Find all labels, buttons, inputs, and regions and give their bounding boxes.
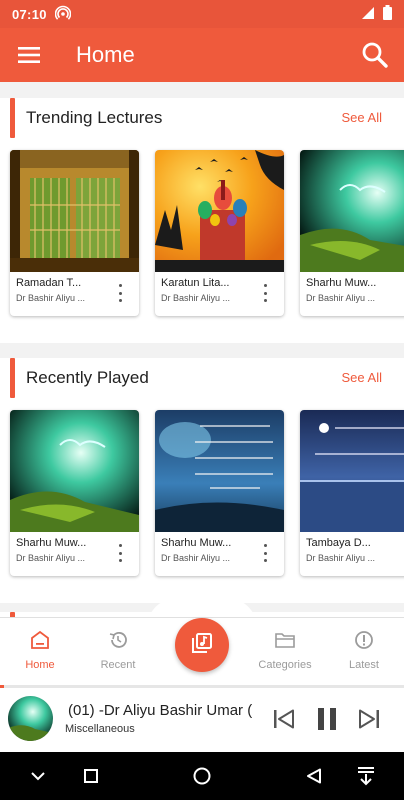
lecture-card[interactable]: Karatun Lita... Dr Bashir Aliyu ... [155, 150, 284, 316]
battery-icon [383, 5, 392, 23]
more-vert-icon[interactable] [258, 284, 272, 302]
nav-label: Latest [349, 659, 379, 671]
section-header: Trending Lectures See All [0, 98, 404, 138]
more-vert-icon[interactable] [258, 544, 272, 562]
card-subtitle: Dr Bashir Aliyu ... [161, 293, 231, 303]
card-title: Karatun Lita... [161, 277, 230, 289]
home-icon [0, 630, 80, 653]
lecture-thumbnail [155, 410, 284, 532]
track-title: (01) -Dr Aliyu Bashir Umar (H [68, 702, 252, 719]
history-icon [78, 630, 158, 653]
card-title: Sharhu Muw... [306, 277, 377, 289]
hotspot-icon [54, 5, 72, 24]
more-vert-icon[interactable] [113, 284, 127, 302]
lecture-card[interactable]: Sharhu Muw... Dr Bashir Aliyu ... [300, 150, 404, 316]
card-title: Sharhu Muw... [16, 537, 87, 549]
card-subtitle: Dr Bashir Aliyu ... [16, 293, 86, 303]
see-all-link[interactable]: See All [342, 110, 382, 125]
page-title: Home [76, 42, 135, 67]
status-time: 07:10 [12, 6, 47, 22]
skip-next-icon[interactable] [354, 704, 384, 734]
library-music-icon [190, 631, 214, 660]
search-icon[interactable] [346, 28, 404, 82]
download-icon[interactable] [354, 764, 378, 788]
nav-label: Home [25, 659, 55, 671]
skip-previous-icon[interactable] [269, 704, 299, 734]
signal-icon [361, 6, 375, 23]
section-accent-bar [10, 358, 15, 398]
system-navigation-bar [0, 752, 404, 800]
lecture-thumbnail [10, 410, 139, 532]
section-header: Recently Played See All [0, 358, 404, 398]
section-title: Recently Played [26, 368, 149, 387]
menu-icon[interactable] [0, 28, 58, 82]
status-bar: 07:10 [0, 0, 404, 28]
lecture-thumbnail [300, 410, 404, 532]
track-category: Miscellaneous [65, 723, 135, 735]
section-accent-bar [10, 98, 15, 138]
app-bar: Home [0, 28, 404, 82]
content-area: Trending Lectures See All Ramadan T... D… [0, 82, 404, 617]
section-title: Trending Lectures [26, 108, 163, 127]
back-icon[interactable] [302, 764, 326, 788]
card-subtitle: Dr Bashir Aliyu ... [161, 553, 231, 563]
more-vert-icon[interactable] [113, 544, 127, 562]
hide-keyboard-icon[interactable] [26, 764, 50, 788]
pause-icon[interactable] [312, 704, 342, 734]
lecture-card[interactable]: Ramadan T... Dr Bashir Aliyu ... [10, 150, 139, 316]
lecture-thumbnail [10, 150, 139, 272]
card-title: Sharhu Muw... [161, 537, 232, 549]
library-music-button[interactable] [175, 618, 229, 672]
home-button-icon[interactable] [190, 764, 214, 788]
album-art [8, 696, 53, 741]
nav-recent[interactable]: Recent [78, 630, 158, 671]
lecture-card[interactable]: Sharhu Muw... Dr Bashir Aliyu ... [155, 410, 284, 576]
see-all-link[interactable]: See All [342, 370, 382, 385]
card-subtitle: Dr Bashir Aliyu ... [16, 553, 86, 563]
mini-player[interactable]: (01) -Dr Aliyu Bashir Umar (H Miscellane… [0, 688, 404, 752]
nav-categories[interactable]: Categories [245, 630, 325, 671]
nav-latest[interactable]: Latest [324, 630, 404, 671]
section-trending: Trending Lectures See All Ramadan T... D… [0, 98, 404, 343]
lecture-thumbnail [300, 150, 404, 272]
lecture-thumbnail [155, 150, 284, 272]
card-subtitle: Dr Bashir Aliyu ... [306, 293, 376, 303]
folder-icon [245, 630, 325, 653]
lecture-card[interactable]: Tambaya D... Dr Bashir Aliyu ... [300, 410, 404, 576]
card-title: Tambaya D... [306, 537, 371, 549]
lecture-card[interactable]: Sharhu Muw... Dr Bashir Aliyu ... [10, 410, 139, 576]
alert-icon [324, 630, 404, 653]
section-recently-played: Recently Played See All Sharhu Muw... Dr… [0, 358, 404, 603]
nav-home[interactable]: Home [0, 630, 80, 671]
card-title: Ramadan T... [16, 277, 82, 289]
nav-label: Categories [258, 659, 312, 671]
recents-icon[interactable] [79, 764, 103, 788]
nav-label: Recent [100, 659, 136, 671]
card-subtitle: Dr Bashir Aliyu ... [306, 553, 376, 563]
